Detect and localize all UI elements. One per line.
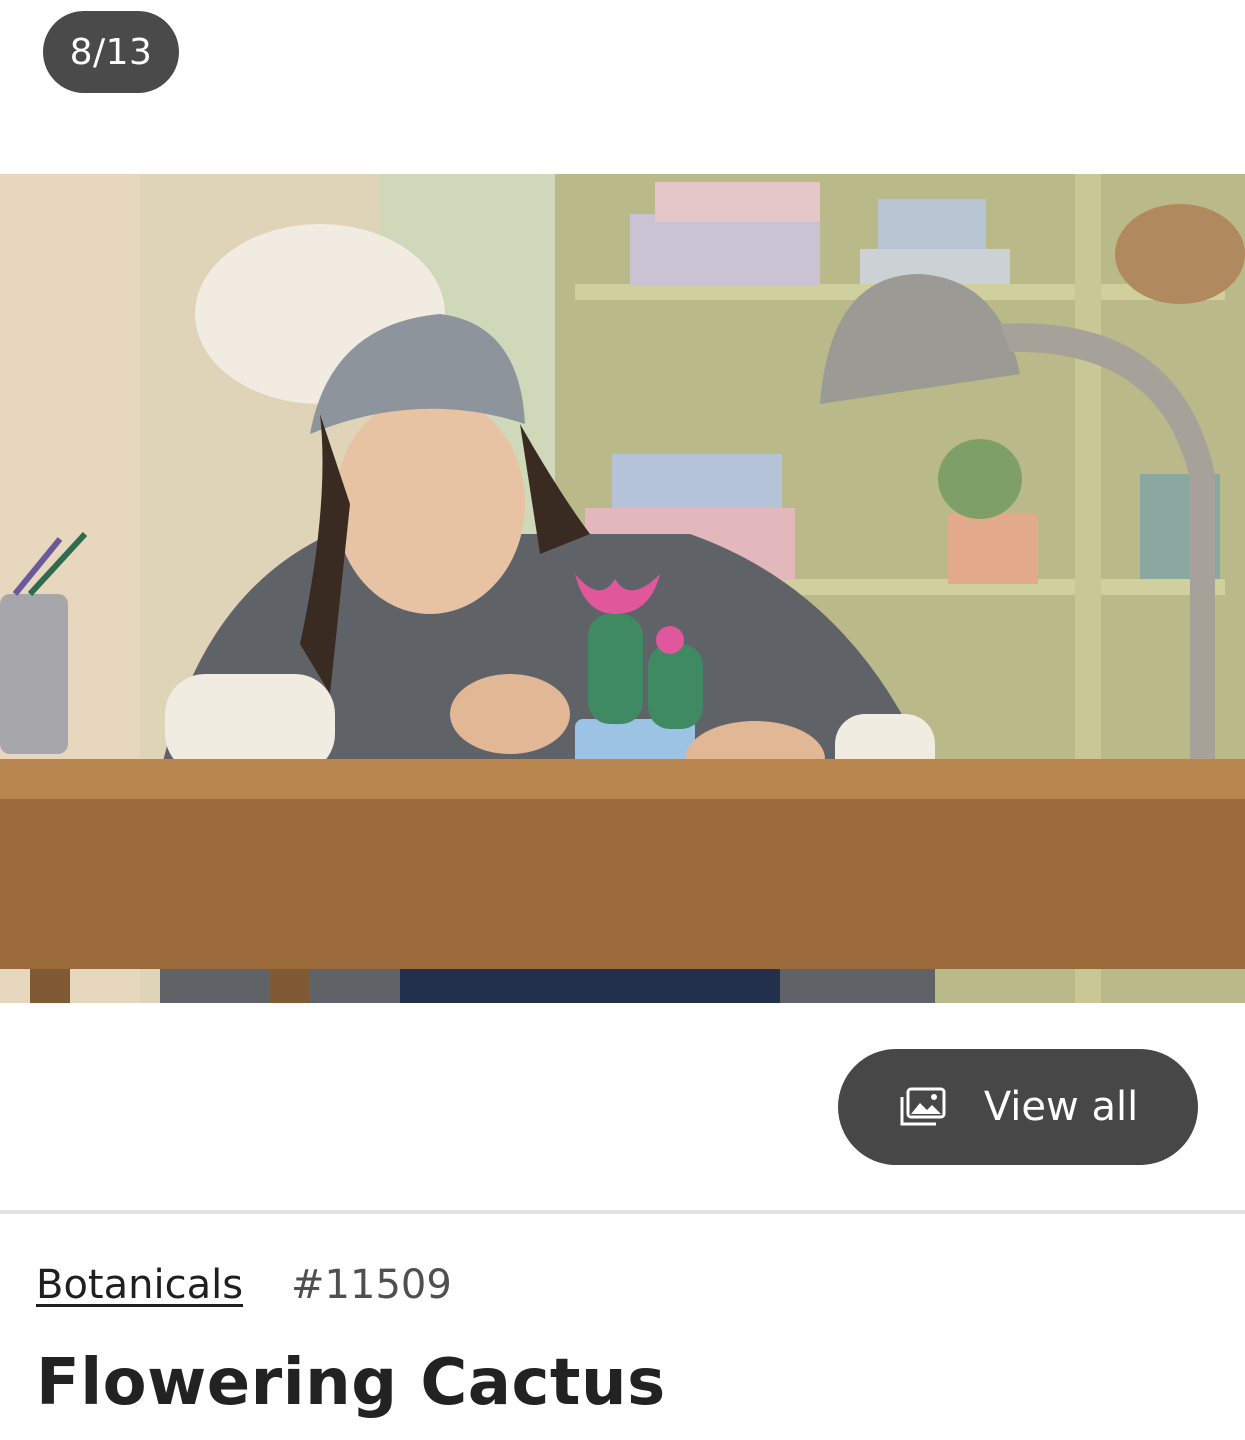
product-photo-illustration <box>0 174 1245 1003</box>
image-counter: 8/13 <box>43 11 179 93</box>
product-title: Flowering Cactus <box>36 1346 666 1420</box>
product-image[interactable] <box>0 174 1245 1003</box>
view-all-label: View all <box>983 1084 1139 1130</box>
product-meta: Botanicals #11509 <box>36 1262 452 1308</box>
category-link[interactable]: Botanicals <box>36 1262 243 1308</box>
view-all-button[interactable]: View all <box>838 1049 1198 1165</box>
item-number: #11509 <box>291 1262 452 1308</box>
section-divider <box>0 1210 1245 1214</box>
gallery-icon <box>900 1087 946 1126</box>
